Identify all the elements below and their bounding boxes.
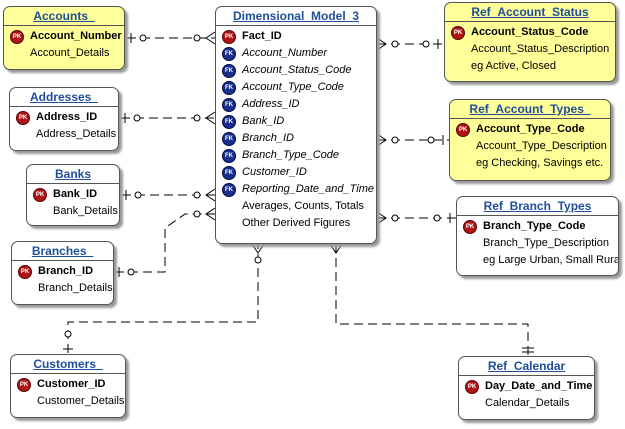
entity-title: Ref_Account_Status	[445, 3, 615, 22]
entity-title: Branches_	[12, 242, 113, 261]
attribute-row: Account_Status_Description	[471, 43, 610, 55]
fk-field: Account_Number	[242, 47, 327, 59]
pk-field: Branch_Type_Code	[483, 220, 586, 232]
attribute-row: Bank_Details	[53, 205, 118, 217]
fk-field: Bank_ID	[242, 115, 285, 127]
pk-field: Fact_ID	[242, 30, 282, 42]
pk-row: PK Day_Date_and_Time	[459, 378, 594, 395]
fk-row: FK Branch_ID	[216, 130, 376, 147]
attribute-row: Customer_Details	[37, 395, 125, 407]
entity-title: Addresses_	[10, 88, 118, 107]
entity-ref-account-status[interactable]: Ref_Account_Status PK Account_Status_Cod…	[444, 2, 616, 82]
entity-title: Ref_Calendar	[459, 357, 594, 376]
attribute-row: eg Large Urban, Small Rural	[483, 254, 619, 266]
fk-badge-icon: FK	[222, 64, 236, 78]
pk-badge-icon: PK	[16, 111, 30, 125]
fk-badge-icon: FK	[222, 47, 236, 61]
fk-field: Customer_ID	[242, 166, 307, 178]
fk-field: Account_Type_Code	[242, 81, 344, 93]
pk-row: PK Branch_ID	[12, 263, 113, 280]
pk-badge-icon: PK	[222, 30, 236, 44]
fk-badge-icon: FK	[222, 183, 236, 197]
entity-title: Accounts_	[4, 7, 124, 26]
fk-badge-icon: FK	[222, 98, 236, 112]
entity-title: Banks	[27, 165, 119, 184]
attribute-row: eg Checking, Savings etc.	[476, 157, 604, 169]
fk-row: FK Branch_Type_Code	[216, 147, 376, 164]
fk-row: FK Customer_ID	[216, 164, 376, 181]
pk-field: Address_ID	[36, 111, 98, 123]
entity-ref-account-types[interactable]: Ref_Account_Types_ PK Account_Type_Code …	[449, 99, 611, 181]
fk-badge-icon: FK	[222, 115, 236, 129]
pk-badge-icon: PK	[463, 220, 477, 234]
pk-row: PK Bank_ID	[27, 186, 119, 203]
rel-branches-line	[115, 213, 215, 273]
fk-row: FK Bank_ID	[216, 113, 376, 130]
entity-title: Dimensional_Model_3	[216, 7, 376, 26]
pk-row: PK Fact_ID	[216, 28, 376, 45]
fk-field: Reporting_Date_and_Time	[242, 183, 374, 195]
pk-field: Account_Number	[30, 30, 122, 42]
pk-row: PK Branch_Type_Code	[457, 218, 618, 235]
attribute-row: Account_Details	[30, 47, 110, 59]
entity-banks[interactable]: Banks PK Bank_ID Bank_Details	[26, 164, 120, 226]
attribute-row: Address_Details	[36, 128, 117, 140]
entity-addresses[interactable]: Addresses_ PK Address_ID Address_Details	[9, 87, 119, 151]
attribute-row: Averages, Counts, Totals	[242, 200, 364, 212]
pk-badge-icon: PK	[451, 26, 465, 40]
fk-row: FK Account_Number	[216, 45, 376, 62]
pk-field: Bank_ID	[53, 188, 98, 200]
pk-field: Day_Date_and_Time	[485, 380, 593, 392]
fk-field: Account_Status_Code	[242, 64, 352, 76]
fk-field: Branch_Type_Code	[242, 149, 340, 161]
pk-row: PK Account_Type_Code	[450, 121, 610, 138]
attribute-row: Branch_Details	[38, 282, 113, 294]
pk-row: PK Customer_ID	[11, 376, 125, 393]
fk-badge-icon: FK	[222, 132, 236, 146]
attribute-row: Account_Type_Description	[476, 140, 607, 152]
fk-row: FK Reporting_Date_and_Time	[216, 181, 376, 198]
pk-field: Account_Status_Code	[471, 26, 589, 38]
pk-badge-icon: PK	[456, 123, 470, 137]
fk-field: Branch_ID	[242, 132, 294, 144]
attribute-row: Branch_Type_Description	[483, 237, 609, 249]
fk-field: Address_ID	[242, 98, 300, 110]
pk-badge-icon: PK	[465, 380, 479, 394]
pk-badge-icon: PK	[10, 30, 24, 44]
fk-badge-icon: FK	[222, 149, 236, 163]
fk-row: FK Account_Type_Code	[216, 79, 376, 96]
pk-badge-icon: PK	[18, 265, 32, 279]
fk-row: FK Account_Status_Code	[216, 62, 376, 79]
pk-row: PK Address_ID	[10, 109, 118, 126]
entity-ref-calendar[interactable]: Ref_Calendar PK Day_Date_and_Time Calend…	[458, 356, 595, 420]
entity-title: Customers_	[11, 355, 125, 374]
entity-title: Ref_Account_Types_	[450, 100, 610, 119]
pk-field: Customer_ID	[37, 378, 106, 390]
pk-row: PK Account_Number	[4, 28, 124, 45]
pk-row: PK Account_Status_Code	[445, 24, 615, 41]
entity-title: Ref_Branch_Types	[457, 197, 618, 216]
attribute-row: eg Active, Closed	[471, 60, 556, 72]
fk-row: FK Address_ID	[216, 96, 376, 113]
entity-ref-branch-types[interactable]: Ref_Branch_Types PK Branch_Type_Code Bra…	[456, 196, 619, 276]
entity-accounts[interactable]: Accounts_ PK Account_Number Account_Deta…	[3, 6, 125, 70]
attribute-row: Calendar_Details	[485, 397, 570, 409]
pk-field: Account_Type_Code	[476, 123, 585, 135]
fk-badge-icon: FK	[222, 81, 236, 95]
entity-customers[interactable]: Customers_ PK Customer_ID Customer_Detai…	[10, 354, 126, 418]
entity-branches[interactable]: Branches_ PK Branch_ID Branch_Details	[11, 241, 114, 305]
pk-field: Branch_ID	[38, 265, 94, 277]
attribute-row: Other Derived Figures	[242, 217, 351, 229]
entity-dimensional-model[interactable]: Dimensional_Model_3 PK Fact_ID FK Account…	[215, 6, 377, 244]
pk-badge-icon: PK	[33, 188, 47, 202]
pk-badge-icon: PK	[17, 378, 31, 392]
fk-badge-icon: FK	[222, 166, 236, 180]
